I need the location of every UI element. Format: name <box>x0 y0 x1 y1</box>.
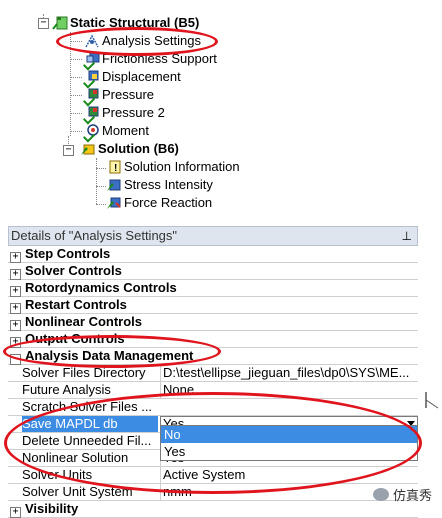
stress-intensity-icon <box>106 177 122 193</box>
details-panel: Details of "Analysis Settings" ⊥ + Step C… <box>8 226 418 518</box>
group-label: Nonlinear Controls <box>25 314 143 329</box>
details-header: Details of "Analysis Settings" ⊥ <box>8 226 418 246</box>
prop-future-analysis[interactable]: Future Analysis None <box>8 382 418 399</box>
prop-value[interactable]: None <box>160 382 418 398</box>
group-label: Step Controls <box>25 246 111 261</box>
frictionless-support-icon <box>82 51 100 71</box>
tree-label: Frictionless Support <box>102 51 217 66</box>
moment-icon <box>82 123 100 143</box>
tree-label: Displacement <box>102 69 181 84</box>
tree-item-moment[interactable]: Moment <box>82 122 149 143</box>
displacement-icon <box>82 69 100 89</box>
collapse-static-structural[interactable]: − <box>38 18 49 29</box>
static-structural-icon <box>52 15 68 31</box>
prop-value[interactable]: D:\test\ellipse_jieguan_files\dp0\SYS\ME… <box>160 365 418 381</box>
option-no[interactable]: No <box>161 426 417 443</box>
prop-solver-unit-system[interactable]: Solver Unit System nmm <box>8 484 418 501</box>
tree-label: Pressure <box>102 87 155 102</box>
group-label: Rotordynamics Controls <box>25 280 177 295</box>
group-visibility[interactable]: + Visibility <box>8 501 418 518</box>
prop-name: Scratch Solver Files ... <box>22 399 153 414</box>
collapse-solution[interactable]: − <box>63 145 74 156</box>
solution-information-icon: ! <box>106 159 122 175</box>
prop-name: Save MAPDL db <box>22 416 158 432</box>
tree-label: Pressure 2 <box>102 105 165 120</box>
pin-icon[interactable]: ⊥ <box>402 227 412 245</box>
group-restart-controls[interactable]: + Restart Controls <box>8 297 418 314</box>
group-label: Output Controls <box>25 331 125 346</box>
group-rotordynamics-controls[interactable]: + Rotordynamics Controls <box>8 280 418 297</box>
group-output-controls[interactable]: + Output Controls <box>8 331 418 348</box>
group-label: Solver Controls <box>25 263 122 278</box>
solution-icon <box>80 141 96 157</box>
save-mapdl-db-options[interactable]: No Yes <box>160 425 418 461</box>
group-label: Restart Controls <box>25 297 127 312</box>
group-step-controls[interactable]: + Step Controls <box>8 246 418 263</box>
group-solver-controls[interactable]: + Solver Controls <box>8 263 418 280</box>
tree-label: Force Reaction <box>124 195 213 210</box>
tree-item-pressure[interactable]: Pressure <box>82 86 155 107</box>
tree-item-solution-information[interactable]: ! Solution Information <box>106 158 240 176</box>
prop-scratch-solver-files[interactable]: Scratch Solver Files ... <box>8 399 418 416</box>
tree-item-analysis-settings[interactable]: Analysis Settings <box>84 32 201 50</box>
project-tree: − − Static Structural (B5) Analysis Sett… <box>0 0 442 218</box>
tree-item-solution[interactable]: Solution (B6) <box>80 140 179 158</box>
tree-item-displacement[interactable]: Displacement <box>82 68 181 89</box>
tree-item-frictionless-support[interactable]: Frictionless Support <box>82 50 217 71</box>
expand-icon[interactable]: + <box>10 252 21 263</box>
pressure-icon <box>82 105 100 125</box>
collapse-icon[interactable]: - <box>10 354 21 365</box>
tree-label: Solution (B6) <box>98 141 179 156</box>
group-nonlinear-controls[interactable]: + Nonlinear Controls <box>8 314 418 331</box>
tree-item-pressure-2[interactable]: Pressure 2 <box>82 104 165 125</box>
tree-item-stress-intensity[interactable]: Stress Intensity <box>106 176 213 194</box>
expand-icon[interactable]: + <box>10 320 21 331</box>
prop-name: Solver Files Directory <box>22 365 146 380</box>
group-label: Analysis Data Management <box>25 348 194 363</box>
chat-bubble-icon <box>372 488 389 501</box>
prop-value[interactable]: Active System <box>160 467 418 483</box>
expand-icon[interactable]: + <box>10 303 21 314</box>
group-label: Visibility <box>25 501 79 516</box>
scroll-indicator[interactable] <box>424 390 442 410</box>
tree-label: Static Structural (B5) <box>70 15 200 30</box>
prop-name: Nonlinear Solution <box>22 450 129 465</box>
option-yes[interactable]: Yes <box>161 443 417 460</box>
prop-solver-files-directory[interactable]: Solver Files Directory D:\test\ellipse_ji… <box>8 365 418 382</box>
expand-icon[interactable]: + <box>10 286 21 297</box>
group-analysis-data-management[interactable]: - Analysis Data Management <box>8 348 418 365</box>
tree-item-force-reaction[interactable]: Force Reaction <box>106 194 212 212</box>
tree-label: Moment <box>102 123 149 138</box>
pressure-icon <box>82 87 100 107</box>
force-reaction-icon <box>106 195 122 211</box>
watermark-text: 仿真秀 <box>392 488 432 503</box>
tree-item-static-structural[interactable]: Static Structural (B5) <box>52 14 199 32</box>
prop-name: Future Analysis <box>22 382 111 397</box>
analysis-settings-icon <box>84 33 100 49</box>
prop-solver-units[interactable]: Solver Units Active System <box>8 467 418 484</box>
watermark: 仿真秀 <box>372 485 432 504</box>
prop-name: Solver Unit System <box>22 484 133 499</box>
tree-label: Stress Intensity <box>124 177 213 192</box>
details-title: Details of "Analysis Settings" <box>11 228 178 243</box>
tree-label: Analysis Settings <box>102 33 201 48</box>
expand-icon[interactable]: + <box>10 507 21 518</box>
expand-icon[interactable]: + <box>10 269 21 280</box>
prop-name: Solver Units <box>22 467 93 482</box>
expand-icon[interactable]: + <box>10 337 21 348</box>
prop-name: Delete Unneeded Fil... <box>22 433 152 448</box>
tree-label: Solution Information <box>124 159 240 174</box>
svg-text:!: ! <box>114 163 117 174</box>
